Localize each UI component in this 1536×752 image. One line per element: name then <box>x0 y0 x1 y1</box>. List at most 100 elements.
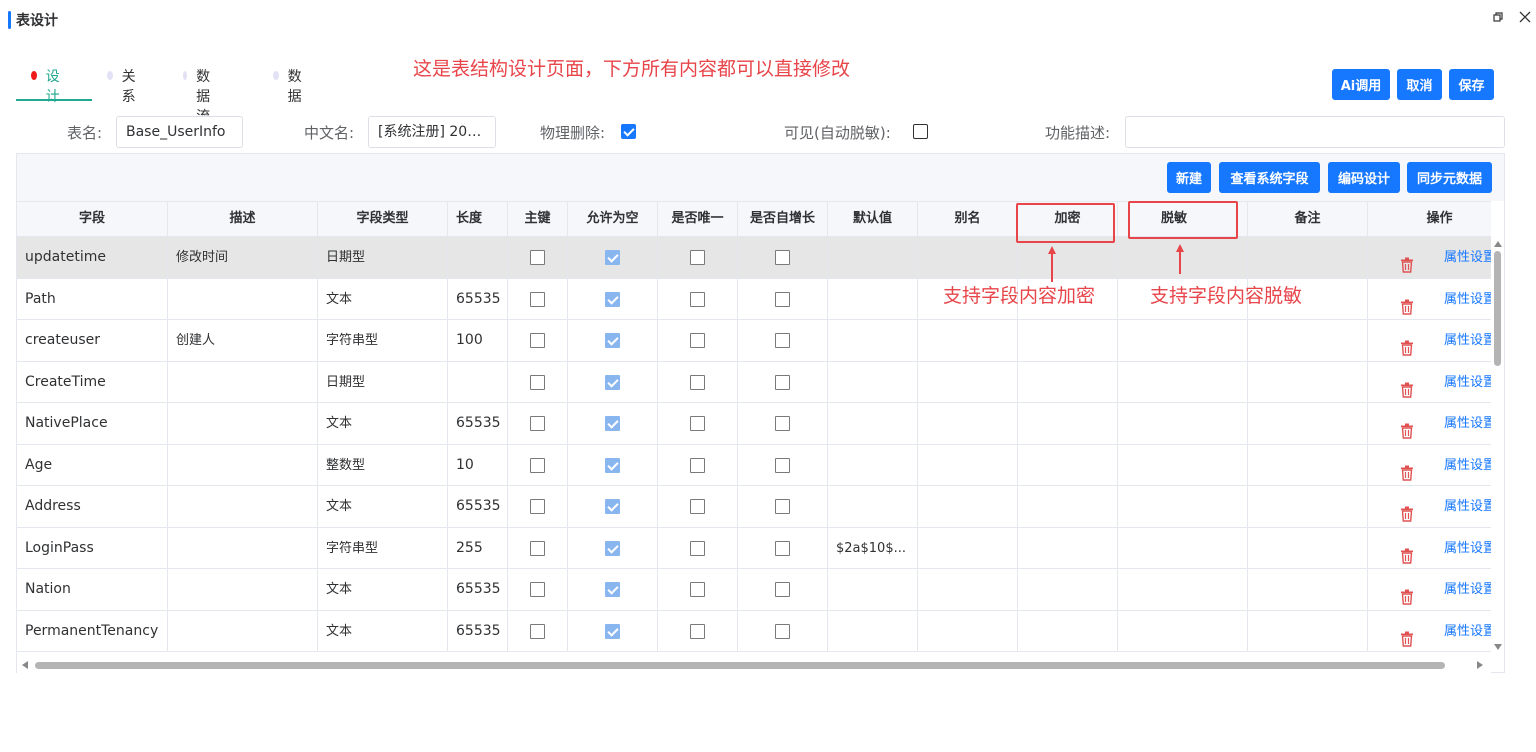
pk-checkbox[interactable] <box>530 623 545 639</box>
unique-checkbox[interactable] <box>690 333 705 348</box>
cell-default[interactable] <box>828 569 918 610</box>
cell-type[interactable]: 文本 <box>318 569 448 610</box>
pk-checkbox[interactable] <box>530 374 545 390</box>
cell-alias[interactable] <box>918 403 1018 444</box>
unique-checkbox[interactable] <box>690 374 705 390</box>
table-row[interactable]: createuser 创建人 字符串型 100 属性设置 <box>17 320 1491 362</box>
cell-field[interactable]: updatetime <box>17 237 168 278</box>
cell-mask[interactable] <box>1118 361 1248 403</box>
cell-mask[interactable] <box>1118 569 1248 610</box>
cell-field[interactable]: Address <box>17 486 168 527</box>
cell-length[interactable]: 10 <box>448 444 508 486</box>
sync-metadata-button[interactable]: 同步元数据 <box>1407 162 1492 193</box>
ai-call-button[interactable]: Ai调用 <box>1332 69 1390 100</box>
horizontal-scrollbar[interactable] <box>17 657 1491 673</box>
cell-type[interactable]: 文本 <box>318 486 448 527</box>
trash-icon[interactable] <box>1400 457 1414 481</box>
cell-mask[interactable] <box>1118 444 1248 486</box>
trash-icon[interactable] <box>1400 332 1414 356</box>
cell-desc[interactable] <box>168 486 318 527</box>
nullable-checkbox[interactable] <box>605 499 620 514</box>
property-settings-link[interactable]: 属性设置 <box>1444 403 1491 444</box>
cell-field[interactable]: createuser <box>17 320 168 361</box>
property-settings-link[interactable]: 属性设置 <box>1444 320 1491 361</box>
table-row[interactable]: Address 文本 65535 属性设置 <box>17 486 1491 528</box>
cell-desc[interactable] <box>168 278 318 320</box>
table-row[interactable]: updatetime 修改时间 日期型 属性设置 <box>17 237 1491 279</box>
table-row[interactable]: Age 整数型 10 属性设置 <box>17 444 1491 486</box>
cell-alias[interactable] <box>918 569 1018 610</box>
cell-desc[interactable]: 创建人 <box>168 320 318 361</box>
cell-default[interactable]: $2a$10$... <box>828 527 918 569</box>
visible-checkbox[interactable] <box>913 124 928 139</box>
scroll-right-icon[interactable] <box>1477 661 1483 669</box>
cell-type[interactable]: 文本 <box>318 278 448 320</box>
cell-default[interactable] <box>828 361 918 403</box>
property-settings-link[interactable]: 属性设置 <box>1444 237 1491 278</box>
scroll-up-icon[interactable] <box>1494 241 1502 247</box>
cell-type[interactable]: 文本 <box>318 403 448 444</box>
tab-dataflow[interactable]: 数据流 <box>183 66 215 125</box>
property-settings-link[interactable]: 属性设置 <box>1444 445 1491 486</box>
cell-remark[interactable] <box>1248 569 1368 610</box>
unique-checkbox[interactable] <box>690 291 705 307</box>
vertical-scroll-thumb[interactable] <box>1494 251 1501 366</box>
save-button[interactable]: 保存 <box>1449 69 1494 100</box>
cell-type[interactable]: 文本 <box>318 610 448 652</box>
nullable-checkbox[interactable] <box>605 374 620 390</box>
cell-encrypt[interactable] <box>1018 361 1118 403</box>
cell-length[interactable]: 65535 <box>448 610 508 652</box>
pk-checkbox[interactable] <box>530 499 545 514</box>
trash-icon[interactable] <box>1400 540 1414 564</box>
table-row[interactable]: PermanentTenancy 文本 65535 属性设置 <box>17 610 1491 652</box>
cell-alias[interactable] <box>918 320 1018 361</box>
auto-checkbox[interactable] <box>775 457 790 473</box>
property-settings-link[interactable]: 属性设置 <box>1444 528 1491 569</box>
nullable-checkbox[interactable] <box>605 457 620 473</box>
horizontal-scroll-thumb[interactable] <box>35 662 1445 669</box>
trash-icon[interactable] <box>1400 415 1414 439</box>
close-icon[interactable] <box>1518 9 1532 25</box>
unique-checkbox[interactable] <box>690 499 705 514</box>
property-settings-link[interactable]: 属性设置 <box>1444 611 1491 652</box>
cell-length[interactable]: 65535 <box>448 486 508 527</box>
cell-mask[interactable] <box>1118 403 1248 444</box>
cell-length[interactable]: 100 <box>448 320 508 361</box>
cell-length[interactable]: 255 <box>448 527 508 569</box>
auto-checkbox[interactable] <box>775 374 790 390</box>
cell-encrypt[interactable] <box>1018 320 1118 361</box>
new-button[interactable]: 新建 <box>1167 162 1211 193</box>
trash-icon[interactable] <box>1400 498 1414 522</box>
cell-desc[interactable]: 修改时间 <box>168 237 318 278</box>
scroll-left-icon[interactable] <box>22 661 28 669</box>
unique-checkbox[interactable] <box>690 623 705 639</box>
cell-type[interactable]: 字符串型 <box>318 320 448 361</box>
auto-checkbox[interactable] <box>775 582 790 597</box>
cell-desc[interactable] <box>168 527 318 569</box>
cell-remark[interactable] <box>1248 486 1368 527</box>
unique-checkbox[interactable] <box>690 540 705 556</box>
cell-default[interactable] <box>828 320 918 361</box>
tab-data[interactable]: 数据 <box>273 66 305 105</box>
scroll-down-icon[interactable] <box>1494 644 1502 650</box>
nullable-checkbox[interactable] <box>605 623 620 639</box>
pk-checkbox[interactable] <box>530 416 545 431</box>
property-settings-link[interactable]: 属性设置 <box>1444 569 1491 610</box>
cell-field[interactable]: CreateTime <box>17 361 168 403</box>
cell-default[interactable] <box>828 444 918 486</box>
nullable-checkbox[interactable] <box>605 582 620 597</box>
cell-encrypt[interactable] <box>1018 610 1118 652</box>
cell-alias[interactable] <box>918 610 1018 652</box>
cell-field[interactable]: PermanentTenancy <box>17 610 168 652</box>
nullable-checkbox[interactable] <box>605 333 620 348</box>
property-settings-link[interactable]: 属性设置 <box>1444 362 1491 403</box>
cell-mask[interactable] <box>1118 527 1248 569</box>
nullable-checkbox[interactable] <box>605 250 620 265</box>
view-system-fields-button[interactable]: 查看系统字段 <box>1219 162 1320 193</box>
tab-relation[interactable]: 关系 <box>107 66 139 105</box>
cell-field[interactable]: LoginPass <box>17 527 168 569</box>
cell-desc[interactable] <box>168 361 318 403</box>
trash-icon[interactable] <box>1400 623 1414 647</box>
table-row[interactable]: NativePlace 文本 65535 属性设置 <box>17 403 1491 445</box>
unique-checkbox[interactable] <box>690 416 705 431</box>
